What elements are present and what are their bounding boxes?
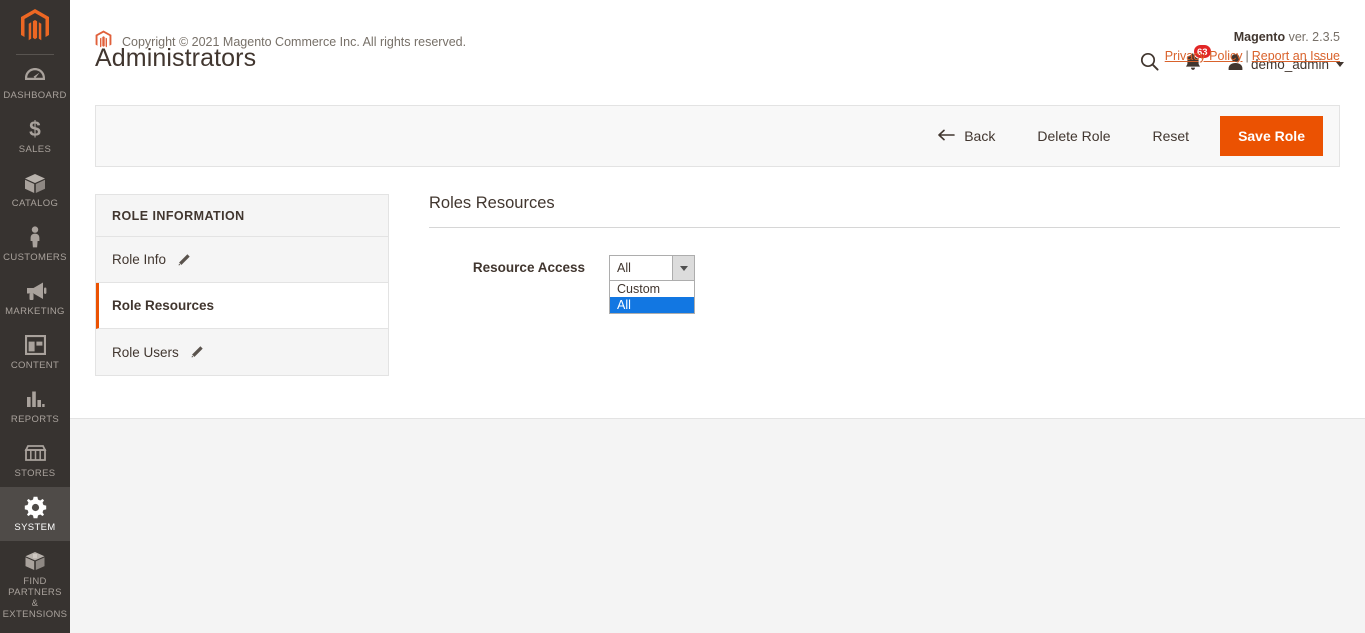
version-line: Magento ver. 2.3.5 bbox=[1165, 30, 1340, 44]
tab-role-users[interactable]: Role Users bbox=[96, 329, 388, 375]
sidebar-item-customers[interactable]: CUSTOMERS bbox=[0, 217, 70, 271]
back-button-label: Back bbox=[964, 128, 996, 144]
pencil-icon bbox=[177, 253, 191, 267]
megaphone-icon bbox=[24, 280, 47, 302]
pencil-icon bbox=[190, 345, 204, 359]
select-arrow-button[interactable] bbox=[672, 256, 694, 280]
select-option-all[interactable]: All bbox=[610, 297, 694, 313]
section-title: Roles Resources bbox=[429, 194, 1340, 228]
person-icon bbox=[28, 226, 42, 248]
sidebar-item-find-partners-extensions[interactable]: FIND PARTNERS & EXTENSIONS bbox=[0, 541, 70, 628]
sidebar-item-system[interactable]: SYSTEM bbox=[0, 487, 70, 541]
sidebar-item-dashboard[interactable]: DASHBOARD bbox=[0, 55, 70, 109]
chevron-down-icon bbox=[679, 265, 688, 271]
magento-logo-icon[interactable] bbox=[0, 2, 70, 50]
sidebar-item-label: CATALOG bbox=[11, 198, 59, 209]
sidebar-item-label: REPORTS bbox=[10, 414, 60, 425]
magento-admin-page: DASHBOARD $ SALES CATALOG CUSTOMERS MARK… bbox=[0, 0, 1365, 633]
sidebar-item-label: FIND PARTNERS & EXTENSIONS bbox=[2, 576, 68, 620]
sidebar-item-label: SALES bbox=[18, 144, 52, 155]
roles-resources-section: Roles Resources Resource Access All Cust… bbox=[429, 194, 1340, 314]
bar-chart-icon bbox=[25, 388, 45, 410]
resource-access-field: Resource Access All Custom All bbox=[429, 255, 1340, 314]
footer-links: Privacy Policy | Report an Issue bbox=[1165, 49, 1340, 63]
brand-name: Magento bbox=[1233, 30, 1286, 44]
sidebar-item-catalog[interactable]: CATALOG bbox=[0, 163, 70, 217]
layout-icon bbox=[24, 334, 46, 356]
magento-logo-icon bbox=[95, 30, 112, 54]
role-information-panel: ROLE INFORMATION Role Info Role Resource… bbox=[95, 194, 389, 376]
svg-text:$: $ bbox=[29, 118, 41, 140]
package-icon bbox=[24, 550, 46, 572]
select-control[interactable]: All bbox=[609, 255, 695, 281]
arrow-left-icon bbox=[938, 128, 956, 144]
sidebar-item-label: CONTENT bbox=[10, 360, 60, 371]
tab-role-info[interactable]: Role Info bbox=[96, 237, 388, 283]
tab-label: Role Users bbox=[112, 344, 179, 360]
gear-icon bbox=[24, 496, 47, 518]
footer-copyright: Copyright © 2021 Magento Commerce Inc. A… bbox=[95, 30, 466, 54]
reset-button[interactable]: Reset bbox=[1131, 106, 1210, 166]
version-number: ver. 2.3.5 bbox=[1285, 30, 1340, 44]
sidebar-item-sales[interactable]: $ SALES bbox=[0, 109, 70, 163]
tab-role-resources[interactable]: Role Resources bbox=[96, 283, 388, 329]
copyright-text: Copyright © 2021 Magento Commerce Inc. A… bbox=[122, 35, 467, 49]
sidebar-item-reports[interactable]: REPORTS bbox=[0, 379, 70, 433]
privacy-policy-link[interactable]: Privacy Policy bbox=[1165, 49, 1243, 63]
footer-band bbox=[70, 418, 1365, 633]
main-area: Administrators 63 demo_admin Back Delete… bbox=[70, 0, 1365, 633]
footer-version-links: Magento ver. 2.3.5 Privacy Policy | Report… bbox=[1165, 30, 1340, 63]
select-option-custom[interactable]: Custom bbox=[610, 281, 694, 297]
sidebar-item-content[interactable]: CONTENT bbox=[0, 325, 70, 379]
link-separator: | bbox=[1245, 49, 1249, 63]
storefront-icon bbox=[24, 442, 47, 464]
resource-access-select[interactable]: All Custom All bbox=[609, 255, 695, 314]
tab-label: Role Resources bbox=[112, 298, 215, 313]
dollar-icon: $ bbox=[28, 118, 42, 140]
sidebar-item-stores[interactable]: STORES bbox=[0, 433, 70, 487]
sidebar-item-label: CUSTOMERS bbox=[3, 252, 67, 263]
sidebar-item-label: STORES bbox=[14, 468, 56, 479]
page-actions-toolbar: Back Delete Role Reset Save Role bbox=[95, 105, 1340, 167]
select-options-list: Custom All bbox=[609, 281, 695, 314]
main-sidebar: DASHBOARD $ SALES CATALOG CUSTOMERS MARK… bbox=[0, 0, 70, 633]
sidebar-item-label: DASHBOARD bbox=[3, 90, 67, 101]
sidebar-item-label: SYSTEM bbox=[14, 522, 56, 533]
tab-label: Role Info bbox=[112, 252, 167, 267]
report-issue-link[interactable]: Report an Issue bbox=[1252, 49, 1340, 63]
page-footer: Copyright © 2021 Magento Commerce Inc. A… bbox=[95, 30, 1340, 63]
delete-role-button[interactable]: Delete Role bbox=[1016, 106, 1131, 166]
save-role-button[interactable]: Save Role bbox=[1220, 116, 1323, 156]
select-selected-value: All bbox=[617, 261, 631, 275]
back-button[interactable]: Back bbox=[917, 106, 1016, 166]
box-icon bbox=[24, 172, 46, 194]
resource-access-label: Resource Access bbox=[472, 260, 585, 275]
panel-heading: ROLE INFORMATION bbox=[96, 195, 388, 237]
dashboard-icon bbox=[24, 64, 46, 86]
sidebar-item-label: MARKETING bbox=[5, 306, 65, 317]
sidebar-item-marketing[interactable]: MARKETING bbox=[0, 271, 70, 325]
